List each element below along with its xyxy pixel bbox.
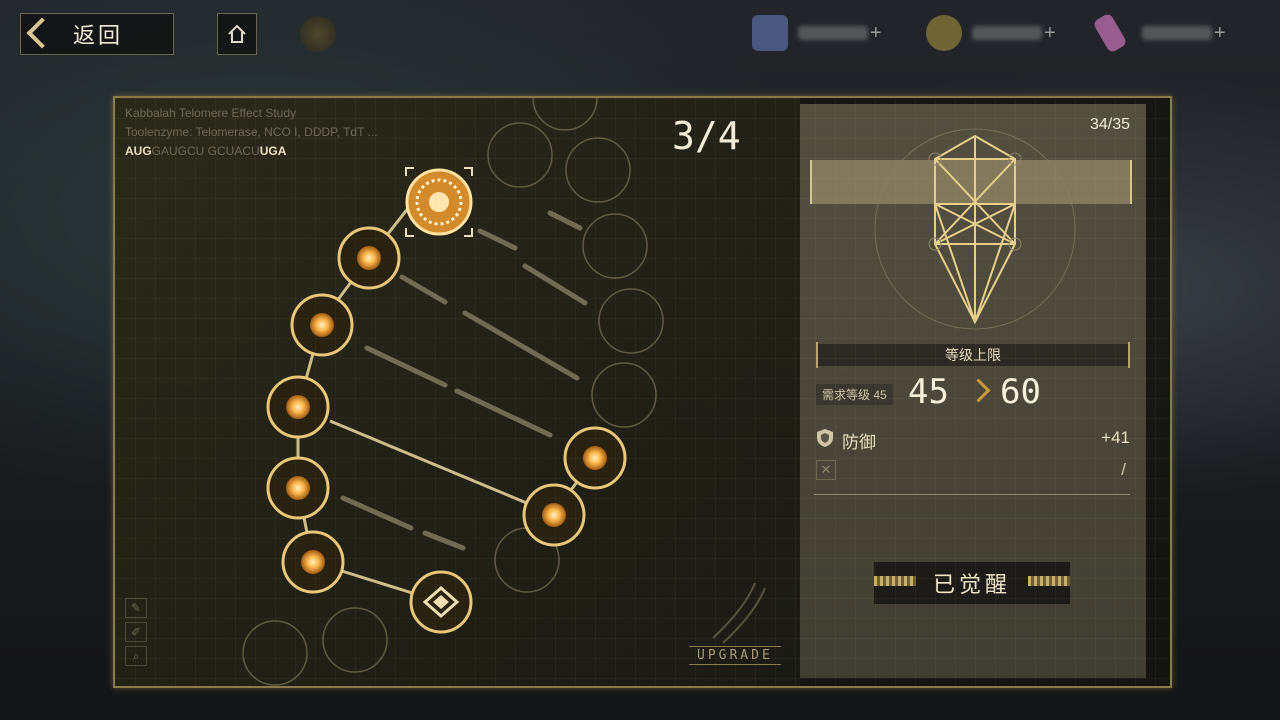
skill-node[interactable] xyxy=(337,226,401,290)
resource-ticket[interactable]: + xyxy=(752,14,882,52)
rung xyxy=(477,228,518,251)
resource-amount xyxy=(798,26,868,40)
awakened-button[interactable]: 已觉醒 xyxy=(874,562,1070,604)
empty-slot xyxy=(487,122,553,188)
skill-node[interactable] xyxy=(266,456,330,520)
locked-slot-icon: ✕ xyxy=(816,460,836,480)
rung xyxy=(422,530,466,551)
diamond-node[interactable] xyxy=(409,570,473,634)
empty-slot xyxy=(242,620,308,686)
awakening-panel: Kabbalah Telomere Effect Study Toolenzym… xyxy=(113,96,1172,688)
home-icon xyxy=(228,24,246,43)
sephirot-tree-icon xyxy=(874,128,1076,330)
arrow-right-icon xyxy=(966,378,991,403)
skill-nodes xyxy=(266,167,627,634)
core-emblem-node[interactable] xyxy=(405,167,473,237)
rung xyxy=(399,274,448,305)
gold-coin-icon xyxy=(926,15,962,51)
ticket-icon xyxy=(752,15,788,51)
rung xyxy=(364,345,448,388)
skill-node[interactable] xyxy=(281,530,345,594)
awakened-label: 已觉醒 xyxy=(932,572,1011,597)
upgrade-tag: UPGRADE xyxy=(689,646,781,665)
chevron-left-icon xyxy=(21,14,53,54)
skill-node[interactable] xyxy=(290,293,354,357)
rung xyxy=(462,310,580,381)
level-count: 34/35 xyxy=(1089,116,1130,133)
resource-amount xyxy=(972,26,1042,40)
dna-mini-icon xyxy=(712,582,766,644)
level-from: 45 xyxy=(908,372,949,412)
empty-slot xyxy=(322,607,388,673)
dna-helix xyxy=(242,98,766,686)
divider xyxy=(814,494,1130,495)
info-panel: 34/35 等级上限 需求等级 45 45 60 防御 +41 ✕ / 已觉醒 xyxy=(800,104,1146,678)
back-button[interactable]: 返回 xyxy=(20,13,174,55)
edit-tool-icon[interactable]: ✐ xyxy=(125,622,147,642)
medal-icon xyxy=(300,16,336,52)
skill-node[interactable] xyxy=(266,375,330,439)
back-label: 返回 xyxy=(73,23,124,48)
required-level-badge: 需求等级 45 xyxy=(816,384,893,405)
rung xyxy=(340,495,414,531)
helix-area: Kabbalah Telomere Effect Study Toolenzym… xyxy=(115,98,800,686)
zoom-tool-icon[interactable]: ⌕ xyxy=(125,646,147,666)
rung xyxy=(454,388,553,438)
add-gold-button[interactable]: + xyxy=(1044,22,1056,45)
resource-amount xyxy=(1142,26,1212,40)
empty-slot xyxy=(532,98,598,131)
add-ticket-button[interactable]: + xyxy=(870,22,882,45)
rung xyxy=(522,263,588,306)
pen-tool-icon[interactable]: ✎ xyxy=(125,598,147,618)
empty-slot xyxy=(591,362,657,428)
level-to: 60 xyxy=(1000,372,1041,412)
empty-stat-slash: / xyxy=(1121,460,1126,479)
level-cap-header: 等级上限 xyxy=(816,342,1130,368)
empty-slot xyxy=(598,288,664,354)
home-button[interactable] xyxy=(217,13,257,55)
shield-icon xyxy=(817,429,833,447)
empty-slot xyxy=(565,137,631,203)
add-crystal-button[interactable]: + xyxy=(1214,22,1226,45)
empty-slot xyxy=(582,213,648,279)
helix-link xyxy=(329,419,554,516)
stat-name: 防御 xyxy=(842,433,876,452)
stat-value: +41 xyxy=(1101,428,1130,447)
resource-gold[interactable]: + xyxy=(926,14,1056,52)
rung xyxy=(547,210,583,231)
skill-node[interactable] xyxy=(563,426,627,490)
skill-node[interactable] xyxy=(522,483,586,547)
resource-crystal[interactable]: + xyxy=(1092,12,1226,54)
